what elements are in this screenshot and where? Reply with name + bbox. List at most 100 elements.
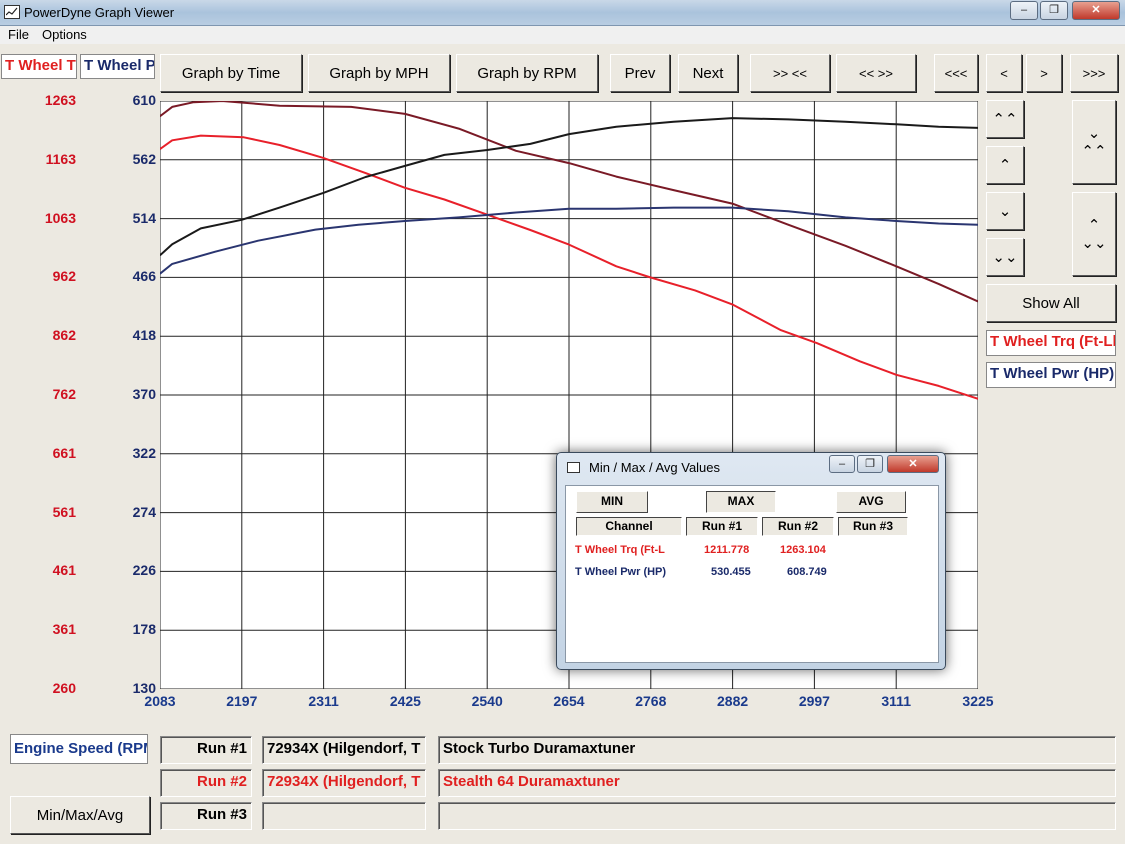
- compress-vertical-button[interactable]: ⌃ ⌄⌄: [1072, 192, 1116, 276]
- run-3-label: Run #3: [160, 802, 252, 830]
- x-tick-label: 2768: [635, 693, 667, 709]
- y-left-tick-label: 762: [52, 386, 76, 402]
- y-left-tick-label: 862: [52, 327, 76, 344]
- scroll-left-button[interactable]: <: [986, 54, 1022, 92]
- double-chevron-up-icon: ⌃⌃: [992, 111, 1018, 128]
- minimize-button[interactable]: –: [1010, 1, 1038, 20]
- expand-vertical-button[interactable]: ⌄ ⌃⌃: [1072, 100, 1116, 184]
- graph-by-time-button[interactable]: Graph by Time: [160, 54, 302, 92]
- scale-up-fast-button[interactable]: ⌃⌃: [986, 100, 1024, 138]
- run-2-file[interactable]: 72934X (Hilgendorf, T: [262, 769, 426, 797]
- y-left-tick-label: 361: [52, 621, 76, 638]
- row-trq-run-1: 1211.778: [704, 544, 750, 556]
- maximize-button[interactable]: ❐: [1040, 1, 1068, 20]
- run-2-label: Run #2: [160, 769, 252, 797]
- y-right-tick-label: 418: [132, 327, 156, 344]
- run-1-description[interactable]: Stock Turbo Duramaxtuner: [438, 736, 1116, 764]
- header-channel: Channel: [576, 517, 682, 536]
- triple-chevron-icon: ⌄ ⌃⌃: [1081, 125, 1107, 160]
- run-2-description[interactable]: Stealth 64 Duramaxtuner: [438, 769, 1116, 797]
- x-tick-label: 2197: [226, 693, 258, 709]
- x-tick-label: 2654: [553, 693, 585, 709]
- dialog-minimize-button[interactable]: –: [829, 455, 855, 473]
- y-right-tick-label: 514: [132, 209, 156, 226]
- tab-wheel-torque[interactable]: T Wheel Trq (Ft-Lbs): [1, 54, 77, 79]
- x-tick-label: 2425: [389, 693, 421, 709]
- header-run-3: Run #3: [838, 517, 908, 536]
- tab-wheel-power[interactable]: T Wheel Pwr (HP): [80, 54, 155, 79]
- x-tick-label: 2997: [798, 693, 830, 709]
- scroll-right-button[interactable]: >: [1026, 54, 1062, 92]
- menu-file[interactable]: File: [8, 27, 29, 42]
- x-tick-label: 2882: [717, 693, 749, 709]
- zoom-in-button[interactable]: >> <<: [750, 54, 830, 92]
- min-max-avg-button[interactable]: Min/Max/Avg: [10, 796, 150, 834]
- minimize-icon: –: [1020, 4, 1028, 16]
- y-left-tick-label: 1163: [45, 150, 76, 167]
- channel-wheel-torque[interactable]: T Wheel Trq (Ft-Lbs): [986, 330, 1116, 356]
- close-button[interactable]: ✕: [1072, 1, 1120, 20]
- y-right-tick-label: 562: [132, 150, 156, 167]
- row-pwr-channel: T Wheel Pwr (HP): [575, 566, 667, 578]
- x-tick-label: 2311: [308, 693, 339, 709]
- restore-icon: ❐: [865, 458, 875, 470]
- close-icon: ✕: [908, 458, 918, 470]
- dialog-window-icon: [567, 462, 580, 473]
- restore-icon: ❐: [1049, 4, 1059, 16]
- dialog-title: Min / Max / Avg Values: [589, 460, 721, 475]
- run-3-file[interactable]: [262, 802, 426, 830]
- scroll-first-button[interactable]: <<<: [934, 54, 978, 92]
- chevron-up-icon: ⌃: [998, 157, 1012, 174]
- header-run-1: Run #1: [686, 517, 758, 536]
- channel-wheel-power[interactable]: T Wheel Pwr (HP): [986, 362, 1116, 388]
- double-chevron-down-icon: ⌄⌄: [992, 249, 1018, 266]
- dialog-maximize-button[interactable]: ❐: [857, 455, 883, 473]
- row-pwr-run-1: 530.455: [711, 566, 751, 578]
- y-left-tick-label: 561: [52, 503, 76, 520]
- prev-button[interactable]: Prev: [610, 54, 670, 92]
- y-right-tick-label: 226: [132, 562, 156, 579]
- y-left-tick-label: 1063: [44, 209, 76, 226]
- dialog-close-button[interactable]: ✕: [887, 455, 939, 473]
- min-max-avg-dialog: Min / Max / Avg Values – ❐ ✕ MIN MAX AVG…: [556, 452, 946, 670]
- avg-button[interactable]: AVG: [836, 491, 906, 513]
- run-1-label: Run #1: [160, 736, 252, 764]
- x-channel-select[interactable]: Engine Speed (RPM): [10, 734, 148, 764]
- run-3-description[interactable]: [438, 802, 1116, 830]
- y-right-tick-label: 322: [132, 444, 156, 461]
- graph-by-mph-button[interactable]: Graph by MPH: [308, 54, 450, 92]
- triple-chevron-icon: ⌃ ⌄⌄: [1081, 217, 1107, 252]
- y-left-tick-label: 962: [52, 268, 76, 285]
- scale-down-button[interactable]: ⌄: [986, 192, 1024, 230]
- close-icon: ✕: [1091, 4, 1101, 16]
- y-left-tick-label: 661: [52, 444, 76, 461]
- y-right-tick-label: 274: [132, 503, 156, 520]
- min-button[interactable]: MIN: [576, 491, 648, 513]
- y-left-tick-label: 260: [52, 680, 76, 696]
- y-right-tick-label: 370: [132, 386, 156, 402]
- header-run-2: Run #2: [762, 517, 834, 536]
- title-bar: PowerDyne Graph Viewer – ❐ ✕: [0, 0, 1125, 26]
- scale-up-button[interactable]: ⌃: [986, 146, 1024, 184]
- run-1-file[interactable]: 72934X (Hilgendorf, T: [262, 736, 426, 764]
- y-left-tick-label: 1263: [44, 92, 76, 108]
- row-trq-run-2: 1263.104: [780, 544, 826, 556]
- max-button[interactable]: MAX: [706, 491, 776, 513]
- menu-options[interactable]: Options: [42, 27, 87, 42]
- graph-by-rpm-button[interactable]: Graph by RPM: [456, 54, 598, 92]
- x-tick-label: 2540: [471, 693, 503, 709]
- scroll-last-button[interactable]: >>>: [1070, 54, 1118, 92]
- row-trq-channel: T Wheel Trq (Ft-L: [575, 544, 665, 556]
- dialog-body: MIN MAX AVG Channel Run #1 Run #2 Run #3…: [565, 485, 939, 663]
- x-tick-label: 3111: [881, 693, 911, 709]
- show-all-button[interactable]: Show All: [986, 284, 1116, 322]
- menu-bar: File Options: [0, 26, 1125, 44]
- y-left-tick-label: 461: [52, 562, 76, 579]
- x-tick-label: 2083: [144, 693, 176, 709]
- next-button[interactable]: Next: [678, 54, 738, 92]
- row-pwr-run-2: 608.749: [787, 566, 827, 578]
- y-right-tick-label: 610: [132, 92, 156, 108]
- x-tick-label: 3225: [962, 693, 994, 709]
- scale-down-fast-button[interactable]: ⌄⌄: [986, 238, 1024, 276]
- zoom-out-button[interactable]: << >>: [836, 54, 916, 92]
